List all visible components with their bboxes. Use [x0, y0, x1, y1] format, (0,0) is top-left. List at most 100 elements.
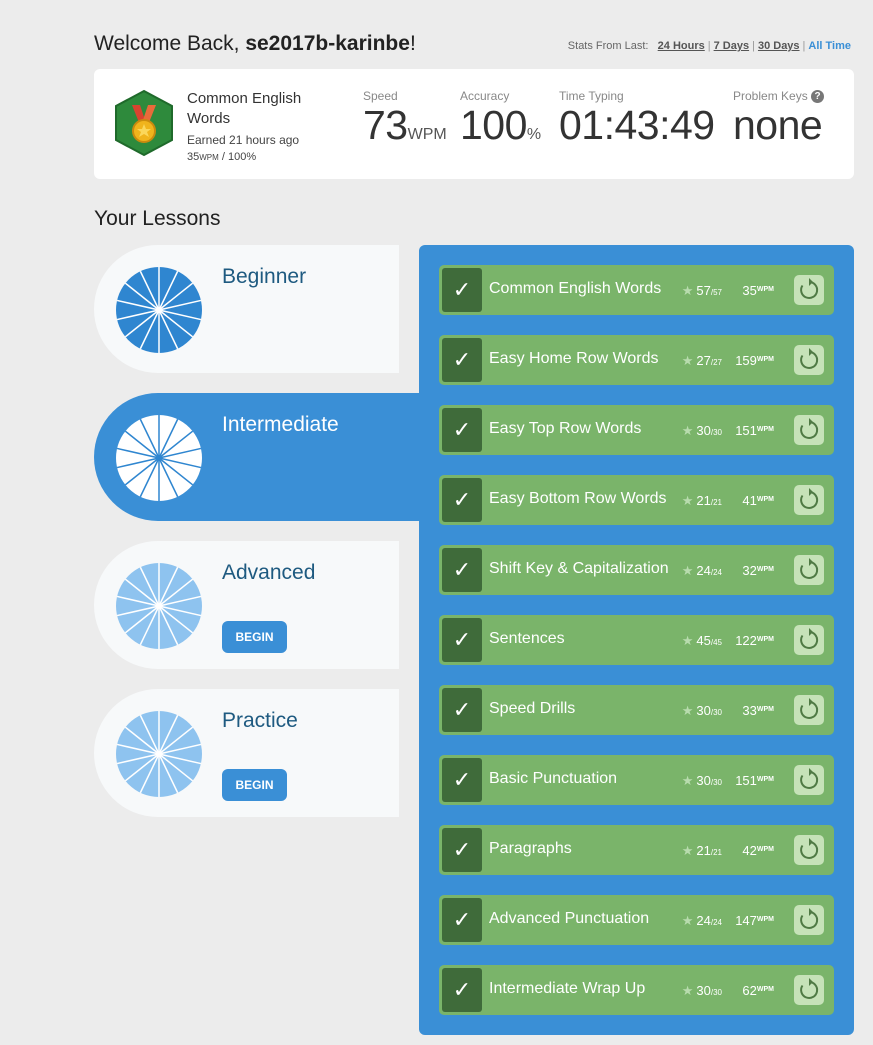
restart-icon[interactable]	[794, 485, 824, 515]
star-icon: ★	[681, 563, 694, 578]
range-all-time[interactable]: All Time	[808, 40, 851, 52]
lesson-title: Common English Words	[489, 280, 662, 297]
begin-button[interactable]: BEGIN	[222, 769, 287, 801]
stars-earned: 57	[696, 283, 711, 298]
badge-earned: Earned 21 hours ago	[187, 133, 300, 147]
lesson-row[interactable]: ✓ Easy Bottom Row Words ★ 21/21 41WPM	[439, 475, 834, 525]
lesson-wpm: 41WPM	[742, 493, 774, 508]
stats-range-selector: Stats From Last: 24 Hours | 7 Days | 30 Days…	[568, 40, 851, 52]
level-name: Advanced	[222, 561, 316, 584]
restart-icon[interactable]	[794, 415, 824, 445]
restart-icon[interactable]	[794, 345, 824, 375]
lesson-title: Easy Top Row Words	[489, 420, 642, 437]
star-icon: ★	[681, 703, 694, 718]
welcome-heading: Welcome Back, se2017b-karinbe!	[94, 32, 416, 56]
lesson-row[interactable]: ✓ Common English Words ★ 57/57 35WPM	[439, 265, 834, 315]
stars-earned: 30	[696, 773, 711, 788]
range-24-hours[interactable]: 24 Hours	[658, 40, 705, 52]
lesson-stars: ★ 30/30	[682, 423, 722, 439]
stars-earned: 24	[696, 563, 711, 578]
wpm-unit: WPM	[756, 986, 774, 993]
lesson-title: Intermediate Wrap Up	[489, 980, 646, 997]
restart-icon[interactable]	[794, 555, 824, 585]
wpm-value: 32	[742, 563, 757, 578]
wpm-unit: WPM	[756, 566, 774, 573]
lesson-title: Paragraphs	[489, 840, 572, 857]
lesson-row[interactable]: ✓ Speed Drills ★ 30/30 33WPM	[439, 685, 834, 735]
stars-total: /21	[710, 498, 722, 507]
badge-wpm-unit: WPM	[199, 153, 219, 162]
lesson-row[interactable]: ✓ Shift Key & Capitalization ★ 24/24 32WPM	[439, 545, 834, 595]
star-icon: ★	[681, 353, 694, 368]
star-icon: ★	[681, 283, 694, 298]
lesson-row[interactable]: ✓ Paragraphs ★ 21/21 42WPM	[439, 825, 834, 875]
accuracy-unit: %	[526, 126, 542, 143]
progress-pie-icon	[116, 267, 202, 353]
restart-icon[interactable]	[794, 275, 824, 305]
stars-total: /24	[710, 918, 722, 927]
lesson-wpm: 62WPM	[742, 983, 774, 998]
wpm-value: 147	[735, 913, 757, 928]
welcome-suffix: !	[409, 32, 416, 55]
star-icon: ★	[681, 913, 694, 928]
speed-value: 73	[363, 102, 408, 148]
lesson-stars: ★ 27/27	[682, 353, 722, 369]
restart-icon[interactable]	[794, 625, 824, 655]
time-typing-value: 01:43:49	[559, 102, 715, 148]
level-advanced[interactable]: Advanced BEGIN	[94, 541, 399, 669]
level-practice[interactable]: Practice BEGIN	[94, 689, 399, 817]
check-icon: ✓	[442, 758, 482, 802]
lesson-row[interactable]: ✓ Sentences ★ 45/45 122WPM	[439, 615, 834, 665]
wpm-unit: WPM	[756, 846, 774, 853]
lesson-row[interactable]: ✓ Easy Home Row Words ★ 27/27 159WPM	[439, 335, 834, 385]
stars-earned: 45	[696, 633, 711, 648]
level-intermediate[interactable]: Intermediate	[94, 393, 424, 521]
wpm-unit: WPM	[756, 426, 774, 433]
lesson-wpm: 159WPM	[735, 353, 774, 368]
lesson-stars: ★ 57/57	[682, 283, 722, 299]
medal-badge-icon	[115, 89, 173, 157]
lesson-row[interactable]: ✓ Advanced Punctuation ★ 24/24 147WPM	[439, 895, 834, 945]
stars-total: /30	[710, 778, 722, 787]
badge-score: 35WPM / 100%	[187, 151, 256, 163]
lesson-row[interactable]: ✓ Easy Top Row Words ★ 30/30 151WPM	[439, 405, 834, 455]
speed-unit: WPM	[407, 126, 447, 143]
check-icon: ✓	[442, 408, 482, 452]
badge-wpm: 35	[187, 151, 200, 163]
wpm-unit: WPM	[756, 286, 774, 293]
lesson-stars: ★ 24/24	[682, 563, 722, 579]
restart-icon[interactable]	[794, 695, 824, 725]
restart-icon[interactable]	[794, 765, 824, 795]
lesson-wpm: 35WPM	[742, 283, 774, 298]
speed-stat: Speed 73WPM	[363, 89, 447, 155]
restart-icon[interactable]	[794, 905, 824, 935]
stars-earned: 30	[696, 703, 711, 718]
restart-icon[interactable]	[794, 835, 824, 865]
accuracy-value: 100	[460, 102, 527, 148]
lesson-title: Basic Punctuation	[489, 770, 618, 787]
stars-total: /45	[710, 638, 722, 647]
wpm-value: 35	[742, 283, 757, 298]
wpm-unit: WPM	[756, 496, 774, 503]
stars-total: /27	[710, 358, 722, 367]
range-30-days[interactable]: 30 Days	[758, 40, 800, 52]
begin-button[interactable]: BEGIN	[222, 621, 287, 653]
separator: |	[802, 40, 806, 52]
restart-icon[interactable]	[794, 975, 824, 1005]
lesson-stars: ★ 30/30	[682, 703, 722, 719]
wpm-value: 151	[735, 773, 757, 788]
badge-accuracy: / 100%	[218, 151, 257, 163]
stars-total: /30	[710, 708, 722, 717]
lesson-row[interactable]: ✓ Intermediate Wrap Up ★ 30/30 62WPM	[439, 965, 834, 1015]
range-7-days[interactable]: 7 Days	[714, 40, 749, 52]
wpm-value: 151	[735, 423, 757, 438]
your-lessons-heading: Your Lessons	[94, 207, 221, 230]
wpm-unit: WPM	[756, 356, 774, 363]
lesson-row[interactable]: ✓ Basic Punctuation ★ 30/30 151WPM	[439, 755, 834, 805]
star-icon: ★	[681, 633, 694, 648]
level-beginner[interactable]: Beginner	[94, 245, 399, 373]
speed-label: Speed	[363, 89, 398, 103]
lesson-stars: ★ 45/45	[682, 633, 722, 649]
wpm-value: 159	[735, 353, 757, 368]
stars-earned: 24	[696, 913, 711, 928]
